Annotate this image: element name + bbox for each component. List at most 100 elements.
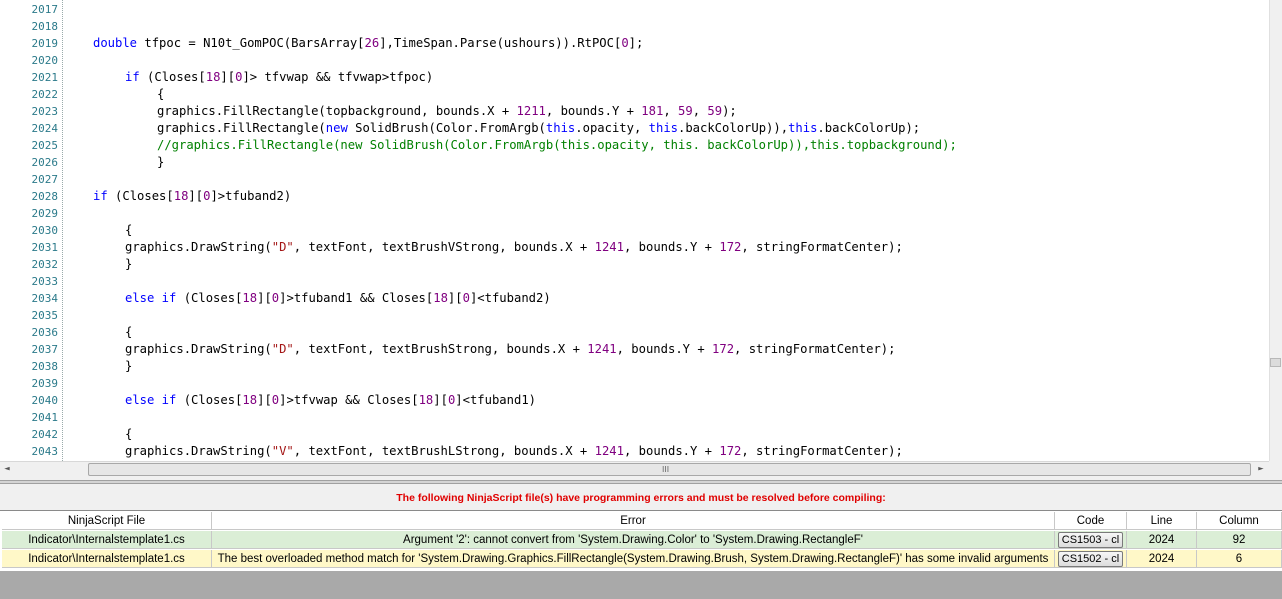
col-header-file[interactable]: NinjaScript File — [2, 512, 212, 530]
code-token: if — [93, 189, 108, 203]
code-line[interactable]: graphics.FillRectangle(topbackground, bo… — [157, 103, 737, 120]
code-line[interactable]: { — [125, 426, 132, 443]
code-token: , textFont, textBrushLStrong, bounds.X + — [293, 444, 595, 458]
code-token: (Closes[ — [176, 291, 243, 305]
code-line[interactable]: graphics.DrawString("V", textFont, textB… — [125, 443, 903, 460]
code-token: "V" — [271, 444, 294, 458]
code-token: { — [125, 427, 133, 441]
line-number: 2018 — [31, 20, 59, 33]
code-line[interactable]: if (Closes[18][0]>tfuband2) — [93, 188, 291, 205]
code-token: if — [125, 70, 140, 84]
code-line[interactable]: graphics.FillRectangle(new SolidBrush(Co… — [157, 120, 920, 137]
line-number: 2027 — [31, 173, 59, 186]
line-number: 2037 — [31, 343, 59, 356]
col-header-error[interactable]: Error⁄ — [212, 512, 1055, 530]
col-header-code[interactable]: Code — [1055, 512, 1127, 530]
code-line[interactable]: graphics.DrawString("D", textFont, textB… — [125, 239, 903, 256]
col-header-error-label: Error — [620, 515, 646, 527]
scroll-left-arrow-icon[interactable]: ◄ — [0, 461, 14, 478]
code-token: ][ — [188, 189, 204, 203]
code-token: SolidBrush(Color.FromArgb( — [347, 121, 546, 135]
code-token: .backColorUp)), — [678, 121, 789, 135]
code-token: ); — [722, 104, 737, 118]
vertical-scroll-thumb[interactable] — [1270, 358, 1281, 367]
line-number: 2017 — [31, 3, 59, 16]
code-token: ]<tfuband1) — [455, 393, 536, 407]
code-token: ][ — [257, 393, 272, 407]
code-line[interactable]: } — [157, 154, 164, 171]
code-token: , bounds.Y + — [623, 444, 720, 458]
line-number: 2019 — [31, 37, 59, 50]
code-line[interactable]: double tfpoc = N10t_GomPOC(BarsArray[26]… — [93, 35, 643, 52]
gutter-divider — [62, 0, 64, 461]
code-token: , stringFormatCenter); — [734, 342, 896, 356]
code-token: 181 — [641, 104, 664, 118]
code-token: , — [692, 104, 708, 118]
line-number: 2041 — [31, 411, 59, 424]
horizontal-scroll-thumb[interactable] — [88, 463, 1251, 476]
code-line[interactable]: } — [125, 358, 132, 375]
code-token: (Closes[ — [139, 70, 206, 84]
code-line[interactable]: { — [125, 324, 132, 341]
error-code-cell: CS1502 - cl — [1055, 550, 1127, 568]
code-editor[interactable]: 2017 2018 2019 2020 2021 2022 2023 2024 2025 2026… — [0, 0, 1269, 461]
error-row[interactable]: Indicator\Internalstemplate1.cs The best… — [2, 550, 1282, 568]
line-number: 2038 — [31, 360, 59, 373]
code-token: 1241 — [594, 444, 624, 458]
code-token: 0 — [462, 291, 470, 305]
code-line[interactable]: else if (Closes[18][0]>tfvwap && Closes[… — [125, 392, 536, 409]
code-token: graphics.FillRectangle( — [157, 121, 326, 135]
code-line[interactable]: else if (Closes[18][0]>tfuband1 && Close… — [125, 290, 551, 307]
grid-empty-area — [0, 571, 1282, 599]
code-line[interactable]: { — [157, 86, 164, 103]
line-number: 2039 — [31, 377, 59, 390]
code-token: 18 — [173, 189, 189, 203]
line-number: 2036 — [31, 326, 59, 339]
error-row[interactable]: Indicator\Internalstemplate1.cs Argument… — [2, 531, 1282, 549]
code-token: else if — [125, 393, 177, 407]
code-token: } — [157, 155, 165, 169]
code-token: ]<tfuband2) — [469, 291, 551, 305]
code-token: 172 — [719, 444, 742, 458]
error-message: Argument '2': cannot convert from 'Syste… — [212, 531, 1055, 549]
code-token: (Closes[ — [176, 393, 243, 407]
code-token: new — [325, 121, 348, 135]
code-token: 172 — [719, 240, 742, 254]
code-token: { — [157, 87, 165, 101]
line-number: 2026 — [31, 156, 59, 169]
error-file: Indicator\Internalstemplate1.cs — [2, 531, 212, 549]
code-token: this — [788, 121, 818, 135]
line-number: 2022 — [31, 88, 59, 101]
panel-splitter[interactable] — [0, 480, 1282, 484]
line-number-gutter: 2017 2018 2019 2020 2021 2022 2023 2024 2025 2026… — [0, 0, 62, 461]
code-token: "D" — [271, 240, 294, 254]
error-code-button[interactable]: CS1503 - cl — [1057, 532, 1124, 548]
code-token: ]>tfuband1 && Closes[ — [279, 291, 434, 305]
code-token: , stringFormatCenter); — [741, 240, 903, 254]
code-line[interactable]: if (Closes[18][0]> tfvwap && tfvwap>tfpo… — [125, 69, 433, 86]
code-token: 1241 — [594, 240, 624, 254]
code-token: .opacity, — [575, 121, 649, 135]
code-token: , stringFormatCenter); — [741, 444, 903, 458]
code-token: 18 — [242, 393, 258, 407]
code-token: { — [125, 223, 133, 237]
code-line[interactable]: graphics.DrawString("D", textFont, textB… — [125, 341, 895, 358]
code-token: 18 — [433, 291, 448, 305]
line-number: 2021 — [31, 71, 59, 84]
line-number: 2034 — [31, 292, 59, 305]
code-line[interactable]: { — [125, 222, 132, 239]
code-token: 18 — [418, 393, 434, 407]
code-token: tfpoc = N10t_GomPOC(BarsArray[ — [137, 36, 365, 50]
error-code-button[interactable]: CS1502 - cl — [1057, 551, 1124, 567]
scroll-grip-icon: III — [662, 465, 670, 474]
code-line[interactable]: //graphics.FillRectangle(new SolidBrush(… — [157, 137, 957, 154]
code-token: else if — [125, 291, 177, 305]
col-header-column[interactable]: Column — [1197, 512, 1282, 530]
code-token: 26 — [364, 36, 380, 50]
error-column: 6 — [1197, 550, 1282, 568]
code-token: , bounds.Y + — [623, 240, 720, 254]
scroll-right-arrow-icon[interactable]: ► — [1254, 461, 1268, 478]
col-header-line[interactable]: Line — [1127, 512, 1197, 530]
code-line[interactable]: } — [125, 256, 132, 273]
vertical-scrollbar[interactable] — [1269, 0, 1282, 461]
